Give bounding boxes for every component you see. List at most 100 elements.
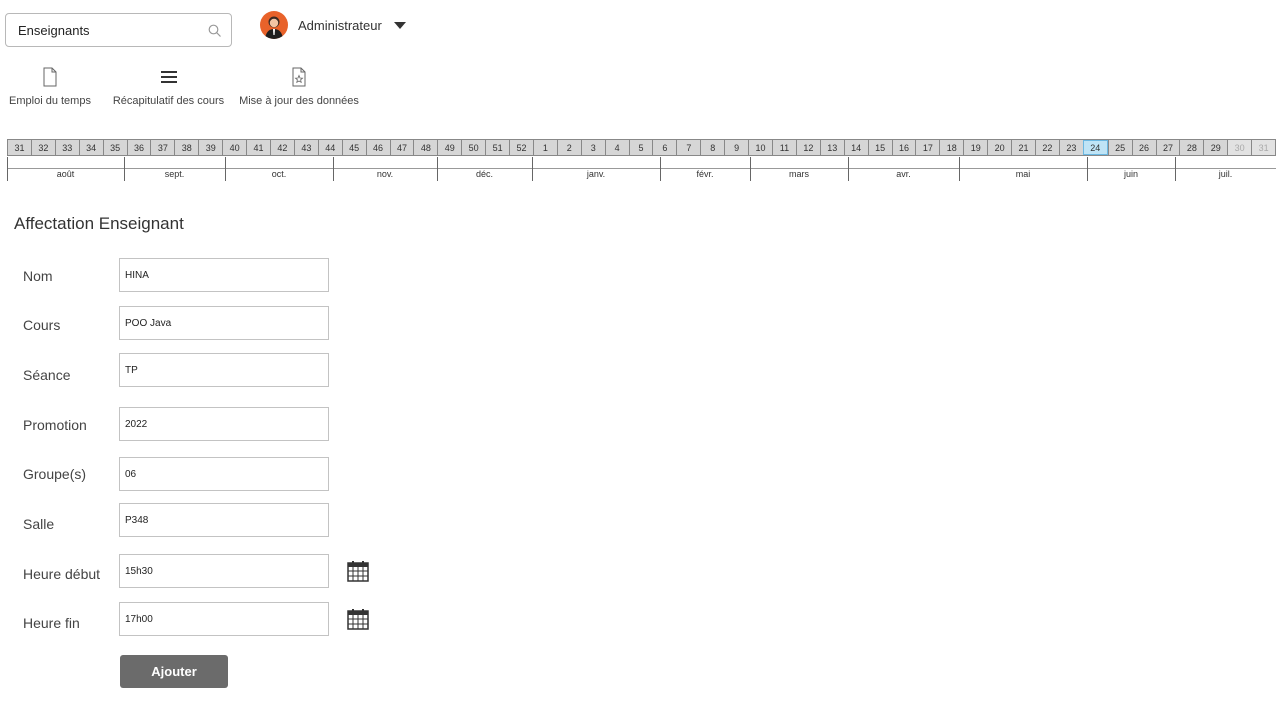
month-label: déc.: [475, 169, 493, 179]
calendar-icon[interactable]: [347, 608, 369, 630]
calendar-icon[interactable]: [347, 560, 369, 582]
week-cell[interactable]: 18: [939, 140, 963, 155]
week-cell[interactable]: 28: [1179, 140, 1203, 155]
week-cell[interactable]: 7: [676, 140, 700, 155]
month-segment: juin: [1087, 157, 1175, 181]
heure-debut-field[interactable]: [119, 554, 329, 588]
week-cell[interactable]: 41: [246, 140, 270, 155]
groupes-field[interactable]: [119, 457, 329, 491]
week-cell[interactable]: 34: [78, 140, 103, 155]
week-cell[interactable]: 13: [819, 140, 844, 155]
week-cell[interactable]: 22: [1034, 140, 1059, 155]
week-cell[interactable]: 46: [365, 140, 390, 155]
month-segment: mars: [750, 157, 848, 181]
week-cell[interactable]: 49: [437, 140, 461, 155]
field-label: Nom: [23, 268, 53, 284]
week-cell[interactable]: 47: [389, 140, 414, 155]
month-label: août: [56, 169, 75, 179]
promotion-field[interactable]: [119, 407, 329, 441]
week-cell[interactable]: 4: [604, 140, 629, 155]
week-cell[interactable]: 24: [1082, 140, 1108, 155]
week-cell[interactable]: 12: [795, 140, 820, 155]
document-icon: [43, 67, 57, 87]
week-cell[interactable]: 48: [413, 140, 437, 155]
month-segment: août: [7, 157, 124, 181]
page-title: Affectation Enseignant: [14, 214, 184, 233]
week-cell[interactable]: 36: [126, 140, 151, 155]
week-cell[interactable]: 23: [1058, 140, 1083, 155]
month-label: févr.: [696, 169, 714, 179]
week-cell[interactable]: 51: [485, 140, 509, 155]
week-cell[interactable]: 45: [341, 140, 366, 155]
toolbar-label: Mise à jour des données: [239, 95, 359, 107]
month-segment: nov.: [333, 157, 437, 181]
week-cell[interactable]: 6: [652, 140, 676, 155]
week-cell[interactable]: 44: [317, 140, 342, 155]
month-segment: janv.: [532, 157, 660, 181]
week-cell[interactable]: 5: [628, 140, 653, 155]
week-cell[interactable]: 15: [867, 140, 892, 155]
field-label: Cours: [23, 317, 61, 333]
week-cell[interactable]: 31: [7, 140, 31, 155]
week-cell[interactable]: 52: [509, 140, 533, 155]
menu-icon: [160, 71, 177, 83]
week-cell[interactable]: 11: [772, 140, 796, 155]
week-cell[interactable]: 29: [1203, 140, 1227, 155]
month-label: oct.: [271, 169, 287, 179]
week-cell[interactable]: 31: [1251, 140, 1277, 155]
month-label: mars: [789, 169, 809, 179]
week-cell[interactable]: 42: [269, 140, 294, 155]
month-label: janv.: [586, 169, 606, 179]
week-strip: 31 32 33 34 35 36 37 38 39 40 41 42 43 44 45 46 47 48 49 50…: [7, 139, 1277, 156]
week-cell[interactable]: 20: [987, 140, 1011, 155]
week-cell[interactable]: 10: [748, 140, 772, 155]
week-cell[interactable]: 37: [150, 140, 174, 155]
heure-fin-field[interactable]: [119, 602, 329, 636]
week-cell[interactable]: 2: [556, 140, 581, 155]
search-box[interactable]: [5, 13, 232, 47]
week-cell[interactable]: 32: [30, 140, 55, 155]
week-cell[interactable]: 35: [102, 140, 127, 155]
week-cell[interactable]: 17: [915, 140, 939, 155]
week-cell[interactable]: 40: [222, 140, 246, 155]
chevron-down-icon[interactable]: [393, 21, 406, 29]
ajouter-button[interactable]: Ajouter: [120, 655, 228, 688]
nom-field[interactable]: [119, 258, 329, 292]
week-cell[interactable]: 39: [198, 140, 222, 155]
field-label: Promotion: [23, 417, 87, 433]
week-cell[interactable]: 25: [1107, 140, 1132, 155]
week-cell[interactable]: 3: [580, 140, 605, 155]
person-icon: [265, 16, 283, 39]
week-cell[interactable]: 27: [1155, 140, 1180, 155]
cours-field[interactable]: [119, 306, 329, 340]
field-label: Heure fin: [23, 615, 80, 631]
field-label: Heure début: [23, 566, 101, 582]
week-cell[interactable]: 16: [891, 140, 916, 155]
week-cell[interactable]: 19: [963, 140, 987, 155]
week-cell[interactable]: 38: [174, 140, 198, 155]
search-input[interactable]: [16, 22, 201, 39]
week-cell[interactable]: 30: [1227, 140, 1252, 155]
toolbar-item-mise-a-jour[interactable]: Mise à jour des données: [238, 66, 360, 107]
week-cell[interactable]: 21: [1011, 140, 1035, 155]
toolbar-item-emploi-du-temps[interactable]: Emploi du temps: [7, 66, 93, 107]
seance-field[interactable]: [119, 353, 329, 387]
user-menu[interactable]: Administrateur: [260, 10, 406, 40]
week-cell[interactable]: 50: [461, 140, 485, 155]
toolbar-label: Récapitulatif des cours: [112, 95, 225, 107]
week-cell[interactable]: 8: [700, 140, 724, 155]
week-cell[interactable]: 33: [54, 140, 79, 155]
avatar: [260, 11, 288, 39]
week-cell[interactable]: 14: [843, 140, 868, 155]
week-cell[interactable]: 9: [724, 140, 748, 155]
week-cell[interactable]: 43: [293, 140, 318, 155]
toolbar-label: Emploi du temps: [9, 95, 91, 107]
toolbar-item-recapitulatif[interactable]: Récapitulatif des cours: [111, 66, 226, 107]
month-label: juil.: [1218, 169, 1233, 179]
month-label: nov.: [376, 169, 394, 179]
salle-field[interactable]: [119, 503, 329, 537]
search-icon[interactable]: [208, 24, 222, 38]
field-label: Groupe(s): [23, 466, 87, 482]
week-cell[interactable]: 1: [532, 140, 557, 155]
week-cell[interactable]: 26: [1131, 140, 1156, 155]
